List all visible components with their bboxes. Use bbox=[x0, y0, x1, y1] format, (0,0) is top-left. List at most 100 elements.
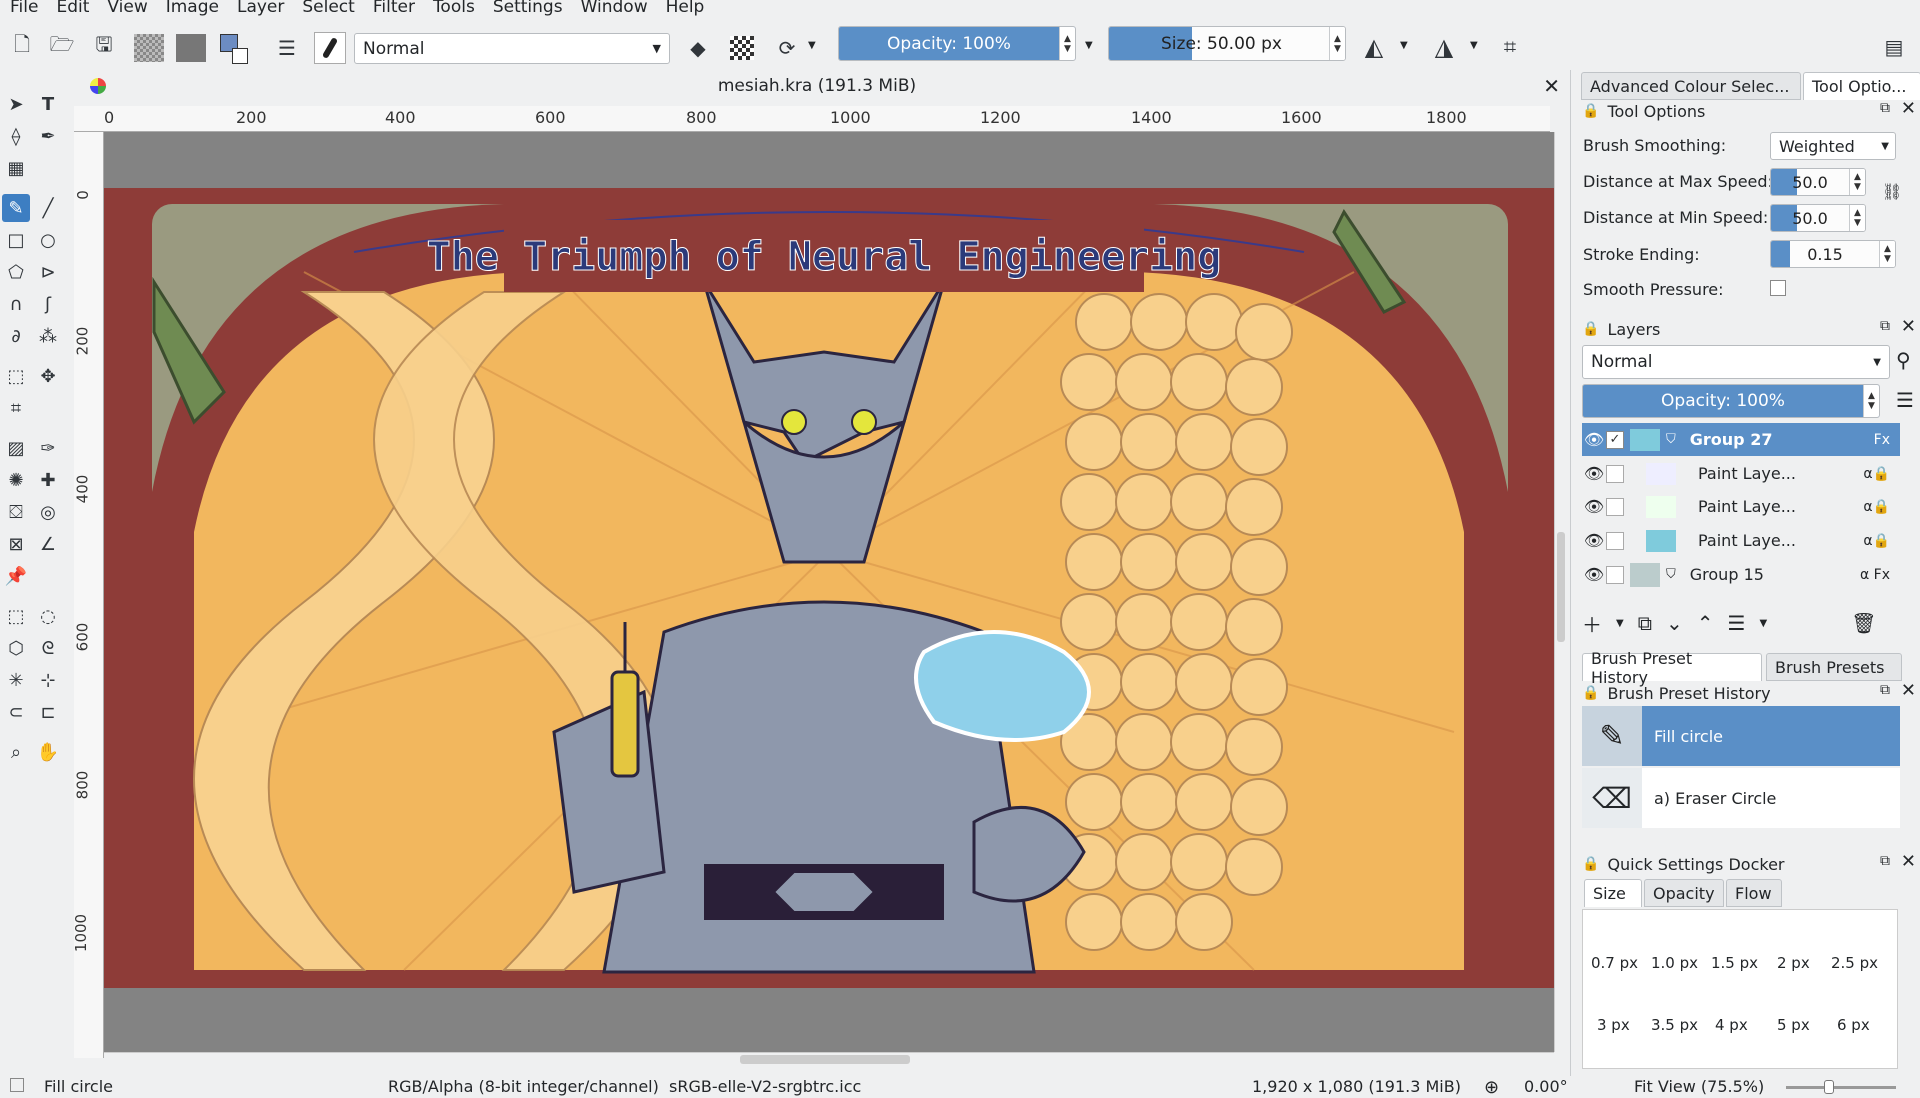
chevron-down-icon[interactable]: ▼ bbox=[808, 40, 816, 51]
multibrush-icon[interactable]: ⁂ bbox=[34, 322, 62, 350]
layer-row[interactable]: 👁 Paint Laye... α🔒 bbox=[1582, 524, 1900, 557]
min-speed-slider[interactable]: 50.0 ▲ ▼ bbox=[1770, 204, 1866, 232]
layer-checkbox[interactable] bbox=[1606, 464, 1624, 483]
fx-icon[interactable]: Fx bbox=[1874, 432, 1890, 448]
ellipse-select-icon[interactable]: ◌ bbox=[34, 602, 62, 630]
tab-flow[interactable]: Flow bbox=[1726, 879, 1782, 907]
line-tool-icon[interactable]: ╱ bbox=[34, 194, 62, 222]
layer-row[interactable]: 👁 ⛉ Group 15 α Fx bbox=[1582, 558, 1900, 591]
float-icon[interactable]: ⧉ bbox=[1880, 682, 1890, 698]
gradient-preset-icon[interactable] bbox=[134, 34, 164, 62]
size-grid-scrollbar[interactable] bbox=[1902, 909, 1916, 1069]
size-option[interactable]: 1.0 px bbox=[1651, 954, 1698, 972]
text-tool-icon[interactable]: T bbox=[34, 90, 62, 118]
freehand-brush-icon[interactable]: ✎ bbox=[2, 194, 30, 222]
menu-edit[interactable]: Edit bbox=[46, 0, 97, 16]
size-slider[interactable]: Size: 50.00 px ▲ ▼ bbox=[1108, 26, 1346, 61]
layer-row[interactable]: 👁 ✓ ⛉ Group 27 Fx bbox=[1582, 423, 1900, 456]
close-icon[interactable]: ✕ bbox=[1901, 316, 1916, 337]
layer-row[interactable]: 👁 Paint Laye... α🔒 bbox=[1582, 490, 1900, 523]
visibility-eye-icon[interactable]: 👁 bbox=[1582, 430, 1606, 449]
zoom-tool-icon[interactable]: ⌕ bbox=[2, 738, 30, 766]
alpha-lock-icon[interactable]: α🔒 bbox=[1863, 533, 1890, 549]
tab-advanced-colour[interactable]: Advanced Colour Selec... bbox=[1581, 72, 1801, 100]
colorize-mask-icon[interactable]: ✺ bbox=[2, 466, 30, 494]
rotation-icon[interactable]: ⊕ bbox=[1484, 1077, 1499, 1098]
rect-select-icon[interactable]: ⬚ bbox=[2, 602, 30, 630]
bezier-tool-icon[interactable]: ∩ bbox=[2, 290, 30, 318]
pattern-preset-icon[interactable] bbox=[176, 34, 206, 62]
smart-patch-icon[interactable]: ✚ bbox=[34, 466, 62, 494]
canvas-viewport[interactable]: The Triumph of Neural Engineering bbox=[104, 132, 1554, 1052]
menu-layer[interactable]: Layer bbox=[227, 0, 292, 16]
size-option[interactable]: 3.5 px bbox=[1651, 1016, 1698, 1034]
freehand-path-icon[interactable]: ʃ bbox=[34, 290, 62, 318]
polygon-select-icon[interactable]: ⬡ bbox=[2, 634, 30, 662]
size-option[interactable]: 4 px bbox=[1715, 1016, 1748, 1034]
brush-preset-icon[interactable] bbox=[314, 32, 346, 64]
visibility-eye-icon[interactable]: 👁 bbox=[1582, 531, 1606, 550]
ellipse-tool-icon[interactable]: ○ bbox=[34, 226, 62, 254]
dynamic-brush-icon[interactable]: ∂ bbox=[2, 322, 30, 350]
rectangle-tool-icon[interactable]: □ bbox=[2, 226, 30, 254]
fg-bg-color-icon[interactable] bbox=[220, 34, 256, 70]
layer-opacity-slider[interactable]: Opacity: 100% ▲ ▼ bbox=[1582, 384, 1880, 418]
chevron-down-icon[interactable]: ▼ bbox=[1470, 40, 1478, 51]
menu-tools[interactable]: Tools bbox=[423, 0, 483, 16]
reload-preset-icon[interactable]: ⟳ bbox=[773, 34, 801, 62]
select-shapes-icon[interactable]: ➤ bbox=[2, 90, 30, 118]
size-option[interactable]: 2 px bbox=[1777, 954, 1810, 972]
reference-images-icon[interactable]: ▦ bbox=[2, 154, 30, 182]
move-tool-icon[interactable]: ✥ bbox=[34, 362, 62, 390]
size-spin[interactable]: ▲ ▼ bbox=[1329, 27, 1345, 60]
layer-properties-icon[interactable]: ☰ bbox=[1728, 611, 1746, 635]
menu-select[interactable]: Select bbox=[292, 0, 362, 16]
workspace-icon[interactable]: ▤ bbox=[1880, 33, 1908, 61]
delete-layer-icon[interactable]: 🗑 bbox=[1851, 611, 1876, 635]
float-icon[interactable]: ⧉ bbox=[1880, 853, 1890, 869]
save-icon[interactable]: 🖫 bbox=[90, 32, 118, 61]
menu-help[interactable]: Help bbox=[656, 0, 713, 16]
zoom-slider[interactable] bbox=[1786, 1080, 1896, 1094]
alpha-lock-icon[interactable]: α🔒 bbox=[1863, 466, 1890, 482]
magnetic-select-icon[interactable]: ⊏ bbox=[34, 698, 62, 726]
calligraphy-icon[interactable]: ✒ bbox=[34, 122, 62, 150]
opacity-spin[interactable]: ▲ ▼ bbox=[1059, 27, 1075, 60]
bezier-select-icon[interactable]: ⊂ bbox=[2, 698, 30, 726]
size-option[interactable]: 5 px bbox=[1777, 1016, 1810, 1034]
size-option[interactable]: 1.5 px bbox=[1711, 954, 1758, 972]
chevron-down-icon[interactable]: ▼ bbox=[1085, 40, 1093, 51]
measure-tool-icon[interactable]: ∠ bbox=[34, 530, 62, 558]
horizontal-scrollbar[interactable] bbox=[104, 1052, 1554, 1066]
add-layer-icon[interactable]: ＋ bbox=[1582, 609, 1602, 638]
link-icon[interactable]: ⛓ bbox=[1882, 182, 1902, 201]
layer-row[interactable]: 👁 Paint Laye... α🔒 bbox=[1582, 457, 1900, 490]
menu-window[interactable]: Window bbox=[571, 0, 656, 16]
visibility-eye-icon[interactable]: 👁 bbox=[1582, 497, 1606, 516]
fill-tool-icon[interactable]: ⛋ bbox=[2, 498, 30, 526]
transform-tool-icon[interactable]: ⬚ bbox=[2, 362, 30, 390]
close-icon[interactable]: ✕ bbox=[1901, 680, 1916, 701]
similar-select-icon[interactable]: ⊹ bbox=[34, 666, 62, 694]
opacity-slider[interactable]: Opacity: 100% ▲ ▼ bbox=[838, 26, 1076, 61]
alpha-lock-icon[interactable]: α🔒 bbox=[1863, 499, 1890, 515]
crop-tool-icon[interactable]: ⌗ bbox=[2, 394, 30, 422]
horizontal-scroll-thumb[interactable] bbox=[740, 1055, 910, 1064]
close-icon[interactable]: ✕ bbox=[1901, 98, 1916, 119]
menu-file[interactable]: File bbox=[0, 0, 46, 16]
filter-icon[interactable]: ⚲ bbox=[1896, 348, 1911, 372]
mirror-vertical-icon[interactable]: ◮ bbox=[1430, 33, 1458, 61]
open-document-icon[interactable]: 🗁 bbox=[48, 32, 76, 61]
crop-icon[interactable]: ⌗ bbox=[1496, 33, 1524, 61]
close-icon[interactable]: ✕ bbox=[1901, 851, 1916, 872]
menu-settings[interactable]: Settings bbox=[483, 0, 571, 16]
fx-icon[interactable]: α Fx bbox=[1860, 567, 1890, 583]
status-zoom[interactable]: Fit View (75.5%) bbox=[1634, 1077, 1764, 1096]
duplicate-layer-icon[interactable]: ⧉ bbox=[1638, 611, 1652, 635]
layer-menu-icon[interactable]: ☰ bbox=[1896, 388, 1914, 412]
polyline-tool-icon[interactable]: ⊳ bbox=[34, 258, 62, 286]
tab-brush-preset-history[interactable]: Brush Preset History bbox=[1582, 649, 1762, 687]
brush-history-item[interactable]: ⌫ a) Eraser Circle bbox=[1582, 768, 1900, 828]
layer-checkbox[interactable]: ✓ bbox=[1606, 430, 1624, 449]
visibility-eye-icon[interactable]: 👁 bbox=[1582, 464, 1606, 483]
